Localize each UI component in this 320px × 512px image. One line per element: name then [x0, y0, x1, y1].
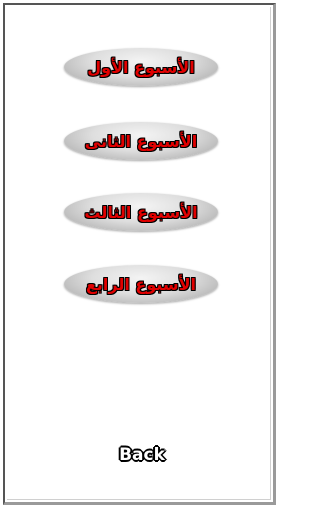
week-4-button[interactable]: الأسبوع الرابع: [64, 265, 218, 303]
week-4-label: الأسبوع الرابع: [85, 274, 197, 294]
week-1-button[interactable]: الأسبوع الأول: [64, 48, 218, 86]
week-2-button[interactable]: الأسبوع الثانى: [64, 122, 218, 160]
week-3-label: الأسبوع الثالث: [84, 202, 198, 222]
back-button[interactable]: Back: [108, 440, 176, 470]
screen: الأسبوع الأول الأسبوع الثانى الأسبوع الث…: [0, 0, 283, 512]
week-1-label: الأسبوع الأول: [87, 57, 195, 77]
week-2-label: الأسبوع الثانى: [84, 131, 198, 151]
week-3-button[interactable]: الأسبوع الثالث: [64, 193, 218, 231]
back-label: Back: [119, 445, 165, 465]
